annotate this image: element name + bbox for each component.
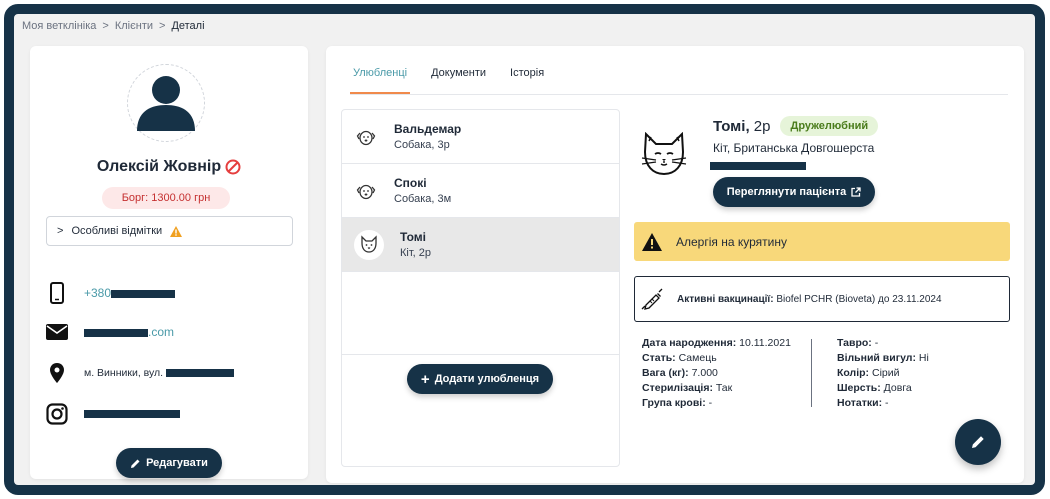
view-patient-button[interactable]: Переглянути пацієнта [713,177,875,207]
pet-species-age: Собака, 3р [394,139,450,151]
tab-history[interactable]: Історія [510,67,544,79]
pencil-icon [131,459,140,468]
contact-phone: +380 [46,282,176,304]
contact-address: м. Винники, вул. [46,363,235,383]
avatar [127,64,205,142]
info-color: Колір: Сірий [837,367,900,379]
info-free-walk: Вільний вигул: Ні [837,352,929,364]
client-name-row: Олексій Жовнір [30,158,308,176]
pet-name: Спокі [394,176,427,190]
pet-list: Вальдемар Собака, 3р Спокі Собака, 3м То… [341,109,620,467]
info-sex: Стать: Самець [642,352,717,364]
info-birthdate: Дата народження: 10.11.2021 [642,337,791,349]
phone-link[interactable]: +380 [84,286,111,300]
breadcrumb-item-details: Деталі [171,20,205,32]
cat-avatar-icon [641,132,687,176]
location-pin-icon [50,363,64,383]
edit-client-label: Редагувати [146,457,208,469]
tab-pets[interactable]: Улюбленці [353,67,407,79]
redacted-phone [111,289,176,298]
add-pet-label: Додати улюбленця [434,373,540,385]
dog-icon [356,184,376,199]
breadcrumb-separator: > [159,20,166,32]
cat-icon [361,234,377,253]
info-brand: Тавро: - [837,337,879,349]
breadcrumb-item-clients[interactable]: Клієнти [115,20,153,32]
pet-info-right: Тавро: - Вільний вигул: Ні Колір: Сірий … [837,336,929,411]
breadcrumb: Моя ветклініка > Клієнти > Деталі [22,20,205,32]
redacted-address [166,369,235,378]
redacted-instagram[interactable] [84,410,180,418]
pet-detail-breed: Кіт, Британська Довгошерста [713,141,875,155]
warning-icon [170,225,183,237]
info-divider [811,339,812,407]
active-tab-indicator [350,92,410,94]
vaccinations-label: Активні вакцинації: [677,293,774,305]
pet-list-footer [342,354,619,355]
info-sterilization: Стерилізація: Так [642,382,733,394]
user-icon [137,76,195,131]
pet-name: Томі [400,230,426,244]
pet-item-spoki[interactable]: Спокі Собака, 3м [342,164,619,218]
client-card: Олексій Жовнір Борг: 1300.00 грн > Особл… [30,46,308,479]
email-link[interactable]: .com [148,325,174,339]
syringe-icon [641,288,663,310]
pets-panel: Улюбленці Документи Історія Вальдемар Со… [326,46,1024,483]
external-link-icon [851,187,861,197]
vaccinations-box: Активні вакцинації: Biofel PCHR (Bioveta… [634,276,1010,322]
instagram-icon [46,403,68,425]
client-name: Олексій Жовнір [96,158,222,175]
pencil-icon [972,436,984,448]
phone-icon [50,282,64,304]
tab-documents[interactable]: Документи [431,67,486,79]
pet-name: Вальдемар [394,122,462,136]
pet-detail-name: Томі, [713,117,750,135]
view-patient-label: Переглянути пацієнта [726,186,847,198]
dog-icon [356,130,376,145]
pet-species-age: Собака, 3м [394,193,452,205]
pet-species-age: Кіт, 2р [400,247,432,259]
info-blood-group: Група крові: - [642,397,713,409]
debt-badge: Борг: 1300.00 грн [102,187,230,209]
blocked-icon [225,159,241,175]
info-weight: Вага (кг): 7.000 [642,367,718,379]
email-icon [46,324,68,340]
info-notes: Нотатки: - [837,397,889,409]
allergy-alert: Алергія на курятину [634,222,1010,261]
app-frame: Моя ветклініка > Клієнти > Деталі Олексі… [4,4,1045,495]
plus-icon: + [420,370,430,388]
edit-pet-fab[interactable] [955,419,1001,465]
edit-client-button[interactable]: Редагувати [116,448,222,478]
tab-divider [350,94,1008,95]
info-fur: Шерсть: Довга [837,382,912,394]
add-pet-button[interactable]: + Додати улюбленця [407,364,553,394]
breadcrumb-item-clinic[interactable]: Моя ветклініка [22,20,96,32]
special-notes-toggle[interactable]: > Особливі відмітки [46,216,293,246]
warning-icon [642,232,662,251]
pet-item-valdemar[interactable]: Вальдемар Собака, 3р [342,110,619,164]
pet-item-tomi[interactable]: Томі Кіт, 2р [342,218,619,272]
contact-instagram [46,403,180,425]
redacted-email [84,328,148,337]
vaccinations-value: Biofel PCHR (Bioveta) до 23.11.2024 [776,293,942,305]
pet-detail-age: 2р [753,117,771,135]
contact-email: .com [46,324,174,340]
allergy-text: Алергія на курятину [676,234,787,249]
temperament-badge: Дружелюбний [780,116,879,136]
tab-bar: Улюбленці Документи Історія [353,67,544,79]
address-text: м. Винники, вул. [84,367,164,379]
redacted-chip-number [710,162,806,170]
chevron-right-icon: > [57,225,64,237]
breadcrumb-separator: > [102,20,109,32]
special-notes-label: Особливі відмітки [71,225,163,237]
pet-detail-title: Томі, 2р Дружелюбний [713,116,879,136]
pet-info-left: Дата народження: 10.11.2021 Стать: Самец… [642,336,791,411]
